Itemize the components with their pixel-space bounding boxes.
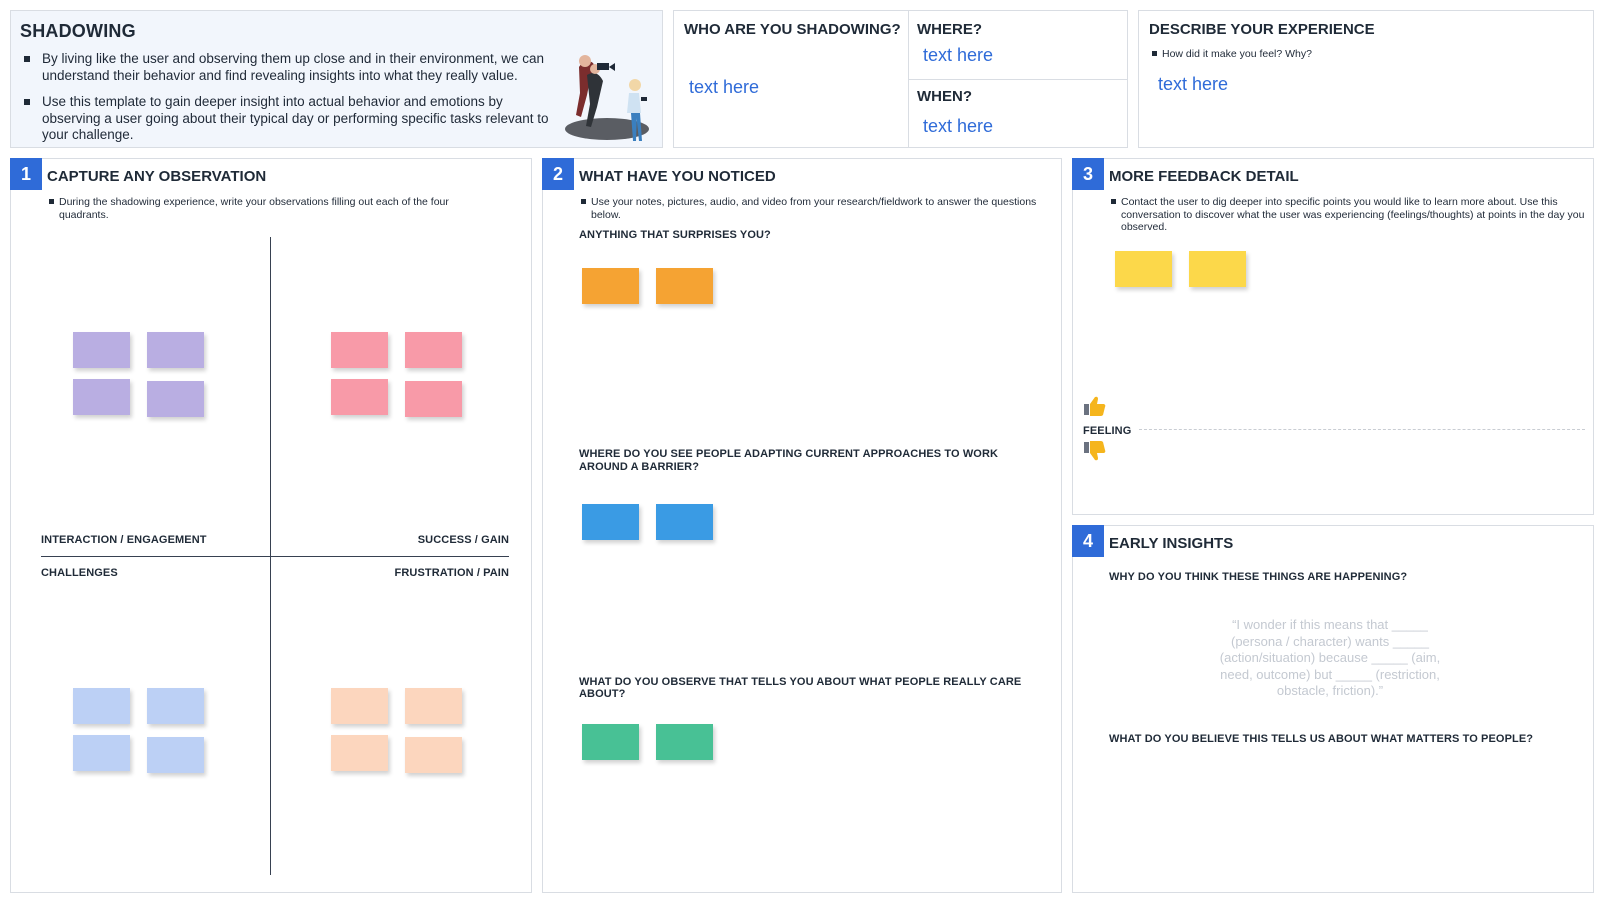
intro-bullet-1: By living like the user and observing th… (24, 51, 597, 84)
sticky-note-challenges[interactable] (147, 737, 204, 773)
sticky-note-challenges[interactable] (147, 688, 204, 724)
section-1-hint: During the shadowing experience, write y… (49, 196, 499, 221)
sticky-note-success[interactable] (405, 332, 462, 368)
section-2-panel: 2 WHAT HAVE YOU NOTICED Use your notes, … (542, 158, 1062, 893)
insight-prompt-quote[interactable]: “I wonder if this means that _____ (pers… (1210, 617, 1450, 700)
experience-label: DESCRIBE YOUR EXPERIENCE (1149, 21, 1375, 38)
quadrant-label-challenges: CHALLENGES (41, 567, 118, 579)
sticky-note-frustration[interactable] (405, 737, 462, 773)
sticky-note-care-about[interactable] (582, 724, 639, 760)
when-label: WHEN? (917, 88, 972, 105)
sticky-note-frustration[interactable] (331, 688, 388, 724)
sticky-note-success[interactable] (331, 379, 388, 415)
sticky-note-surprises[interactable] (656, 268, 713, 304)
sticky-note-workarounds[interactable] (656, 504, 713, 540)
section-1-number: 1 (10, 158, 42, 190)
experience-hint: How did it make you feel? Why? (1152, 48, 1312, 61)
sticky-note-challenges[interactable] (73, 688, 130, 724)
question-surprises: ANYTHING THAT SURPRISES YOU? (579, 229, 771, 241)
experience-input[interactable]: text here (1158, 74, 1228, 95)
thumbs-up-icon (1084, 396, 1106, 416)
quadrant-label-interaction: INTERACTION / ENGAGEMENT (41, 534, 207, 546)
who-input[interactable]: text here (689, 77, 759, 98)
sticky-note-interaction[interactable] (73, 332, 130, 368)
section-1-title: CAPTURE ANY OBSERVATION (47, 168, 267, 185)
thumbs-down-icon (1084, 441, 1106, 461)
section-2-hint: Use your notes, pictures, audio, and vid… (581, 196, 1041, 221)
sticky-note-surprises[interactable] (582, 268, 639, 304)
intro-bullet-2: Use this template to gain deeper insight… (24, 94, 562, 144)
who-label: WHO ARE YOU SHADOWING? (684, 21, 901, 38)
question-what-matters: WHAT DO YOU BELIEVE THIS TELLS US ABOUT … (1109, 733, 1534, 745)
sticky-note-challenges[interactable] (73, 735, 130, 771)
sticky-note-workarounds[interactable] (582, 504, 639, 540)
quadrant-label-frustration: FRUSTRATION / PAIN (394, 567, 509, 579)
experience-panel: DESCRIBE YOUR EXPERIENCE How did it make… (1138, 10, 1594, 148)
when-input[interactable]: text here (923, 116, 993, 137)
sticky-note-interaction[interactable] (147, 332, 204, 368)
question-care-about: WHAT DO YOU OBSERVE THAT TELLS YOU ABOUT… (579, 676, 1022, 700)
section-1-panel: 1 CAPTURE ANY OBSERVATION During the sha… (10, 158, 532, 893)
quadrant-label-success: SUCCESS / GAIN (417, 534, 509, 546)
sticky-note-interaction[interactable] (147, 381, 204, 417)
section-4-title: EARLY INSIGHTS (1109, 535, 1234, 552)
where-label: WHERE? (917, 21, 982, 38)
people-illustration (565, 55, 649, 141)
question-workarounds: WHERE DO YOU SEE PEOPLE ADAPTING CURRENT… (579, 448, 999, 473)
intro-panel: SHADOWING By living like the user and ob… (10, 10, 663, 148)
section-3-hint: Contact the user to dig deeper into spec… (1111, 196, 1591, 234)
section-2-number: 2 (542, 158, 574, 190)
feeling-scale-line (1139, 429, 1585, 430)
page-title: SHADOWING (20, 21, 136, 41)
sticky-note-feedback[interactable] (1115, 251, 1172, 287)
sticky-note-feedback[interactable] (1189, 251, 1246, 287)
question-why-happening: WHY DO YOU THINK THESE THINGS ARE HAPPEN… (1109, 571, 1408, 583)
section-4-number: 4 (1072, 525, 1104, 557)
section-4-panel: 4 EARLY INSIGHTS WHY DO YOU THINK THESE … (1072, 525, 1594, 893)
where-input[interactable]: text here (923, 45, 993, 66)
sticky-note-success[interactable] (405, 381, 462, 417)
feeling-label: FEELING (1083, 425, 1132, 437)
who-where-when-panel: WHO ARE YOU SHADOWING? text here WHERE? … (673, 10, 1128, 148)
sticky-note-interaction[interactable] (73, 379, 130, 415)
section-2-title: WHAT HAVE YOU NOTICED (579, 168, 776, 185)
section-3-panel: 3 MORE FEEDBACK DETAIL Contact the user … (1072, 158, 1594, 515)
sticky-note-success[interactable] (331, 332, 388, 368)
section-3-title: MORE FEEDBACK DETAIL (1109, 168, 1299, 185)
sticky-note-care-about[interactable] (656, 724, 713, 760)
quadrant-horizontal-axis (41, 556, 509, 557)
section-3-number: 3 (1072, 158, 1104, 190)
sticky-note-frustration[interactable] (331, 735, 388, 771)
sticky-note-frustration[interactable] (405, 688, 462, 724)
